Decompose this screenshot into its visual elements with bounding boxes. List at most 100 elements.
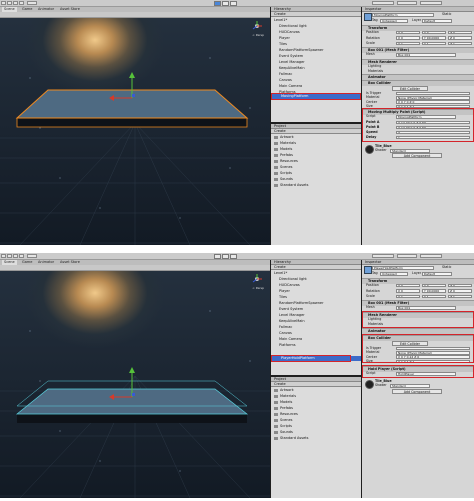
hierarchy-item[interactable]: Player: [271, 36, 290, 41]
mesh-field[interactable]: Box 001: [396, 53, 456, 57]
orientation-gizmo[interactable]: [250, 273, 264, 285]
hierarchy-item[interactable]: Level1*: [271, 18, 287, 23]
persp-label[interactable]: < Persp: [252, 33, 264, 37]
transform-z-field[interactable]: Z 0: [448, 30, 472, 35]
hand-tool-button[interactable]: [1, 1, 6, 5]
hierarchy-item[interactable]: Fallmac: [271, 72, 292, 77]
transform-z-field[interactable]: Z 0: [448, 283, 472, 288]
hierarchy-item[interactable]: Level Manager: [271, 60, 305, 65]
transform-z-field[interactable]: Z 1: [448, 294, 472, 299]
hierarchy-item[interactable]: Tiles: [271, 295, 287, 300]
rotate-tool-button[interactable]: [13, 254, 18, 258]
edit-collider-button[interactable]: Edit Collider: [392, 86, 428, 91]
orientation-gizmo[interactable]: [250, 20, 264, 32]
transform-x-field[interactable]: X 0: [396, 283, 420, 288]
project-folder[interactable]: Prefabs: [280, 406, 293, 411]
step-icon[interactable]: [230, 0, 237, 6]
hierarchy-item[interactable]: Platforms: [271, 343, 296, 348]
mesh-field[interactable]: Box 001: [396, 306, 456, 310]
project-create-button[interactable]: Create: [271, 129, 361, 134]
project-folder[interactable]: Materials: [280, 394, 296, 399]
transform-z-field[interactable]: Z 1: [448, 41, 472, 46]
project-folder[interactable]: Scenes: [280, 418, 293, 423]
layout-dropdown[interactable]: [420, 254, 442, 258]
transform-y-field[interactable]: Y 1: [422, 294, 446, 299]
static-label[interactable]: Static: [442, 12, 451, 17]
transform-y-field[interactable]: Y 0: [422, 30, 446, 35]
project-folder[interactable]: Materials: [280, 141, 296, 146]
tag-dropdown[interactable]: Untagged: [380, 272, 408, 276]
transform-z-field[interactable]: Z 0: [448, 36, 472, 40]
static-label[interactable]: Static: [442, 265, 451, 270]
hierarchy-item[interactable]: HUDCanvas: [271, 283, 300, 288]
hierarchy-item[interactable]: Player: [271, 289, 290, 294]
scale-tool-button[interactable]: [19, 254, 24, 258]
transform-x-field[interactable]: X 0: [396, 36, 420, 40]
transform-y-field[interactable]: Y 1: [422, 41, 446, 46]
hierarchy-item[interactable]: Main Camera: [271, 337, 302, 342]
hierarchy-item[interactable]: Event System: [271, 307, 303, 312]
layers-dropdown[interactable]: [397, 254, 417, 258]
hierarchy-item[interactable]: Tiles: [271, 42, 287, 47]
project-folder[interactable]: Scenes: [280, 165, 293, 170]
hierarchy-item[interactable]: Event System: [271, 54, 303, 59]
hierarchy-item[interactable]: KeepAliveMain: [271, 319, 305, 324]
layers-dropdown[interactable]: [397, 1, 417, 5]
box-collider-row-value[interactable]: None (Physic Material): [396, 96, 470, 100]
shader-dropdown[interactable]: Standard: [390, 149, 430, 153]
transform-y-field[interactable]: Y 90.0000: [422, 36, 446, 40]
project-folder[interactable]: Models: [280, 400, 292, 405]
persp-label[interactable]: < Persp: [252, 286, 264, 290]
hierarchy-item[interactable]: RandomPlatformSpawner: [271, 301, 324, 306]
project-folder[interactable]: Artwork: [280, 388, 294, 393]
project-folder[interactable]: Standard Assets: [280, 183, 308, 188]
play-icon[interactable]: [214, 0, 221, 6]
tag-dropdown[interactable]: Untagged: [380, 19, 408, 23]
step-icon[interactable]: [230, 253, 237, 259]
transform-y-field[interactable]: Y 0: [422, 283, 446, 288]
hierarchy-item[interactable]: Directional light: [271, 24, 307, 29]
hierarchy-item[interactable]: Level1*: [271, 271, 287, 276]
move-tool-button[interactable]: [7, 1, 12, 5]
hierarchy-item[interactable]: Directional light: [271, 277, 307, 282]
project-folder[interactable]: Sounds: [280, 177, 293, 182]
collab-dropdown[interactable]: [372, 1, 394, 5]
transform-z-field[interactable]: Z 0: [448, 289, 472, 293]
transform-y-field[interactable]: Y 90.0000: [422, 289, 446, 293]
pause-icon[interactable]: [222, 253, 229, 259]
add-component-button[interactable]: Add Component: [392, 153, 442, 158]
project-folder[interactable]: Scripts: [280, 171, 292, 176]
pivot-toggle[interactable]: [27, 254, 37, 258]
box-collider-row-value[interactable]: [396, 91, 470, 96]
project-folder[interactable]: Scripts: [280, 424, 292, 429]
project-folder[interactable]: Resources: [280, 159, 298, 164]
project-folder[interactable]: Resources: [280, 412, 298, 417]
transform-x-field[interactable]: X 1: [396, 294, 420, 299]
project-folder[interactable]: Models: [280, 147, 292, 152]
hand-tool-button[interactable]: [1, 254, 6, 258]
hierarchy-item[interactable]: RandomPlatformSpawner: [271, 48, 324, 53]
object-name-field[interactable]: PlayerHoldPlatform: [372, 266, 434, 270]
hierarchy-item[interactable]: Main Camera: [271, 84, 302, 89]
object-name-field[interactable]: MovingPlatform: [372, 13, 434, 17]
layer-dropdown[interactable]: Default: [422, 272, 452, 276]
box-collider-row-value[interactable]: X 0 Y 0 Z 0: [396, 100, 470, 104]
transform-x-field[interactable]: X 1: [396, 41, 420, 46]
pause-icon[interactable]: [222, 0, 229, 6]
hierarchy-create-button[interactable]: Create: [271, 12, 361, 17]
collab-dropdown[interactable]: [372, 254, 394, 258]
rotate-tool-button[interactable]: [13, 1, 18, 5]
scale-tool-button[interactable]: [19, 1, 24, 5]
hierarchy-item[interactable]: KeepAliveMain: [271, 66, 305, 71]
hierarchy-item[interactable]: Level Manager: [271, 313, 305, 318]
project-create-button[interactable]: Create: [271, 382, 361, 387]
layer-dropdown[interactable]: Default: [422, 19, 452, 23]
scene-view[interactable]: < Persp: [0, 271, 270, 498]
hierarchy-item[interactable]: Canvas: [271, 78, 292, 83]
hierarchy-item[interactable]: HUDCanvas: [271, 30, 300, 35]
hierarchy-create-button[interactable]: Create: [271, 265, 361, 270]
play-icon[interactable]: [214, 253, 221, 259]
pivot-toggle[interactable]: [27, 1, 37, 5]
move-tool-button[interactable]: [7, 254, 12, 258]
shader-dropdown[interactable]: Standard: [390, 384, 430, 388]
